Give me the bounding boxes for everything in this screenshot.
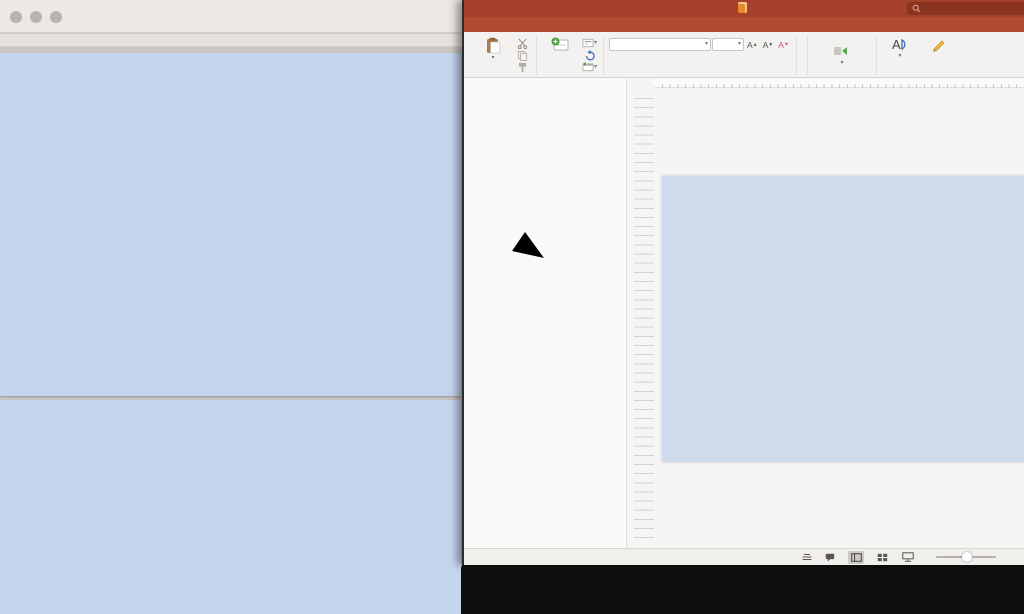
font-paragraph-group: ▾ ▾ A▲ A▼ A✦ [604, 35, 797, 75]
reset-button[interactable] [581, 49, 598, 61]
copy-button[interactable] [514, 49, 531, 61]
comments-toggle[interactable] [825, 553, 838, 562]
layout-icon [582, 38, 594, 48]
draw-pencil-icon [931, 37, 947, 52]
current-slide[interactable] [662, 176, 1024, 462]
normal-view-button[interactable] [848, 551, 864, 564]
format-painter-icon [517, 62, 528, 73]
smartart-group: ▾ [808, 35, 877, 75]
preview-tab-bar[interactable] [0, 34, 462, 47]
close-button[interactable] [10, 11, 22, 23]
font-size-combo[interactable]: ▾ [712, 38, 744, 51]
font-name-combo[interactable]: ▾ [609, 38, 711, 51]
powerpoint-doc-icon [738, 2, 747, 13]
vertical-ruler [634, 98, 654, 538]
notes-icon [802, 553, 812, 562]
draw-button[interactable] [921, 35, 957, 75]
ribbon-tab-bar [464, 17, 1024, 32]
pdf-page-1 [0, 53, 461, 396]
paste-icon [486, 37, 501, 54]
horizontal-ruler [654, 78, 1024, 88]
decrease-font-button[interactable]: A▼ [761, 38, 776, 51]
paragraph-group [797, 35, 808, 75]
slides-group: ▾ ▾ [537, 35, 604, 75]
slide-thumbnail-panel [464, 78, 627, 548]
paste-button[interactable]: ▾ [475, 35, 511, 75]
slideshow-view-button[interactable] [900, 551, 916, 564]
search-icon [912, 4, 921, 13]
grid-view-icon [877, 553, 888, 562]
svg-text:A: A [892, 37, 901, 52]
new-slide-button[interactable] [542, 35, 578, 75]
screenshot-stage: ▾ ▾ ▾ [0, 0, 1024, 571]
format-painter-button[interactable] [514, 61, 531, 73]
preview-toolbar [0, 0, 462, 33]
section-icon [582, 62, 594, 72]
clear-formatting-button[interactable]: A✦ [776, 38, 791, 51]
clipboard-group: ▾ [470, 35, 537, 75]
copy-icon [517, 50, 528, 61]
notes-toggle[interactable] [802, 553, 815, 562]
layout-button[interactable]: ▾ [581, 37, 598, 49]
slide-sorter-view-button[interactable] [874, 551, 890, 564]
slideshow-icon [902, 552, 914, 562]
paste-dropdown-caret[interactable]: ▾ [491, 56, 494, 61]
convert-to-smartart-button[interactable]: ▾ [813, 35, 871, 75]
zoom-slider[interactable] [936, 556, 996, 558]
ppt-titlebar [464, 0, 1024, 17]
ribbon: ▾ ▾ ▾ [464, 32, 1024, 78]
ppt-content-area [464, 78, 1024, 548]
insert-caret[interactable]: ▾ [898, 54, 901, 59]
zoom-slider-knob[interactable] [962, 552, 972, 562]
comments-icon [825, 553, 835, 562]
preview-traffic-lights[interactable] [10, 11, 62, 23]
ppt-status-bar [464, 548, 1024, 565]
pdf-page-2 [0, 400, 461, 614]
pdf-content-area [0, 48, 462, 567]
powerpoint-window: ▾ ▾ ▾ [462, 0, 1024, 565]
smartart-caret: ▾ [840, 61, 843, 66]
insert-textbox-button[interactable]: A ▾ [882, 35, 918, 75]
minimize-button[interactable] [30, 11, 42, 23]
scissors-icon [517, 38, 528, 49]
search-presentation-box[interactable] [907, 2, 1024, 15]
slide-editor-canvas [654, 88, 1024, 548]
reset-icon [584, 50, 596, 61]
new-slide-icon [551, 37, 569, 52]
section-button[interactable]: ▾ [581, 61, 598, 73]
insert-text-icon: A [891, 37, 909, 52]
insert-group: A ▾ [877, 35, 962, 75]
preview-window [0, 0, 462, 567]
cut-button[interactable] [514, 37, 531, 49]
smartart-icon [833, 45, 851, 57]
normal-view-icon [851, 553, 862, 562]
increase-font-button[interactable]: A▲ [745, 38, 760, 51]
zoom-button[interactable] [50, 11, 62, 23]
